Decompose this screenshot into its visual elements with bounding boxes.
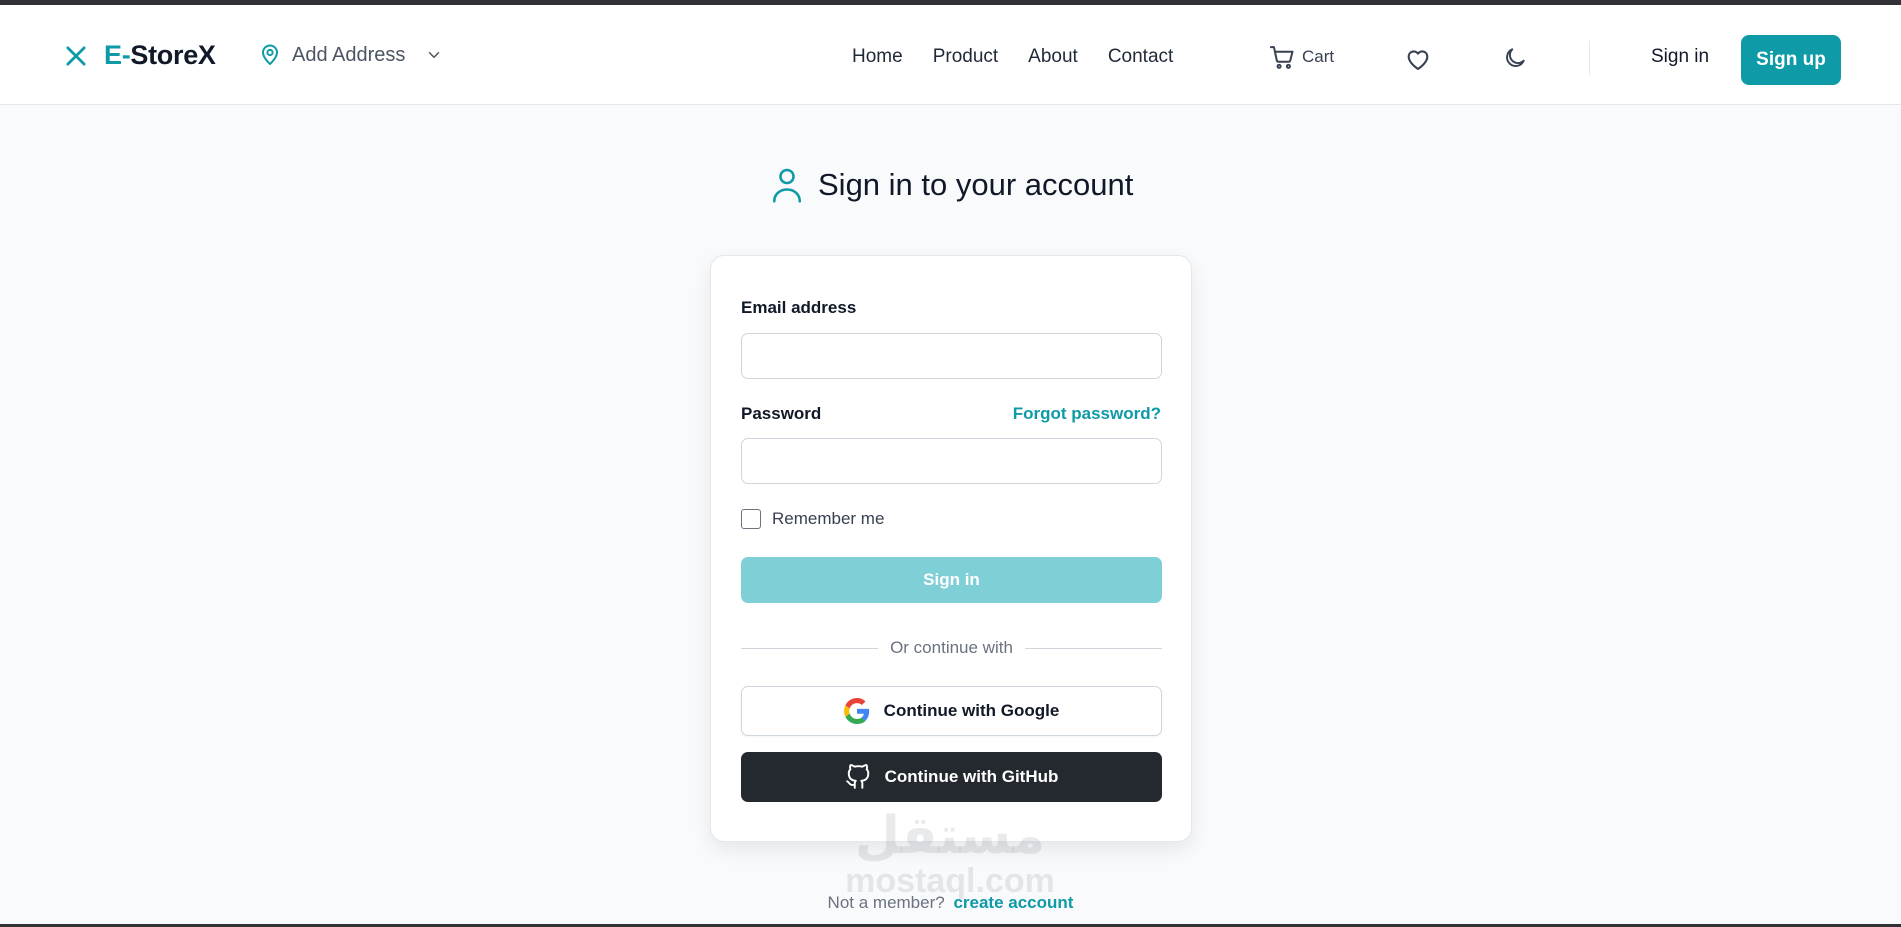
- add-address-dropdown[interactable]: Add Address: [258, 43, 443, 67]
- nav-link-product[interactable]: Product: [933, 46, 998, 68]
- user-icon: [772, 168, 802, 203]
- nav-signup-button[interactable]: Sign up: [1741, 35, 1841, 85]
- email-label: Email address: [741, 298, 857, 317]
- remember-me-checkbox[interactable]: [741, 509, 761, 529]
- nav-signin-link[interactable]: Sign in: [1651, 46, 1709, 68]
- add-address-label: Add Address: [292, 43, 406, 66]
- divider-line-right: [1024, 647, 1162, 649]
- navbar: E-StoreX Add Address Home Product About …: [0, 5, 1901, 105]
- email-field[interactable]: [741, 333, 1162, 379]
- brand-name-rest: StoreX: [130, 40, 216, 70]
- map-pin-icon: [262, 44, 278, 65]
- signup-prompt: Not a member? create account: [0, 893, 1901, 913]
- google-signin-button[interactable]: Continue with Google: [741, 686, 1162, 736]
- signin-submit-button[interactable]: Sign in: [741, 557, 1162, 603]
- password-field[interactable]: [741, 438, 1162, 484]
- brand-name[interactable]: E-StoreX: [104, 40, 216, 71]
- password-label: Password: [741, 404, 822, 423]
- or-divider: Or continue with: [741, 636, 1162, 660]
- page-title: Sign in to your account: [818, 167, 1134, 202]
- divider-line-left: [741, 647, 879, 649]
- remember-me-label[interactable]: Remember me: [772, 509, 884, 529]
- brand: E-StoreX: [62, 40, 216, 71]
- nav-divider: [1589, 41, 1590, 75]
- github-icon: [845, 764, 869, 789]
- cart-label: Cart: [1302, 47, 1335, 66]
- chevron-down-icon: [429, 52, 440, 58]
- signin-card: Email address Password Forgot password? …: [710, 255, 1192, 842]
- main-nav: Home Product About Contact: [852, 46, 1203, 68]
- signup-prompt-text: Not a member?: [827, 893, 945, 912]
- remember-me-row: Remember me: [741, 509, 884, 529]
- nav-link-about[interactable]: About: [1028, 46, 1078, 68]
- brand-name-prefix: E-: [104, 40, 131, 70]
- or-divider-text: Or continue with: [890, 638, 1013, 657]
- page-heading: Sign in to your account: [770, 166, 1133, 204]
- cart-icon: [1269, 46, 1294, 69]
- google-signin-label: Continue with Google: [883, 701, 1060, 720]
- github-signin-button[interactable]: Continue with GitHub: [741, 752, 1162, 802]
- github-signin-label: Continue with GitHub: [884, 767, 1059, 786]
- cart-button[interactable]: Cart: [1268, 43, 1334, 71]
- close-icon[interactable]: [62, 42, 90, 70]
- moon-icon[interactable]: [1502, 45, 1528, 71]
- google-icon: [843, 698, 869, 724]
- nav-link-contact[interactable]: Contact: [1108, 46, 1173, 68]
- heart-icon[interactable]: [1404, 45, 1432, 73]
- forgot-password-link[interactable]: Forgot password?: [1013, 404, 1161, 424]
- create-account-link[interactable]: create account: [953, 893, 1073, 912]
- nav-link-home[interactable]: Home: [852, 46, 903, 68]
